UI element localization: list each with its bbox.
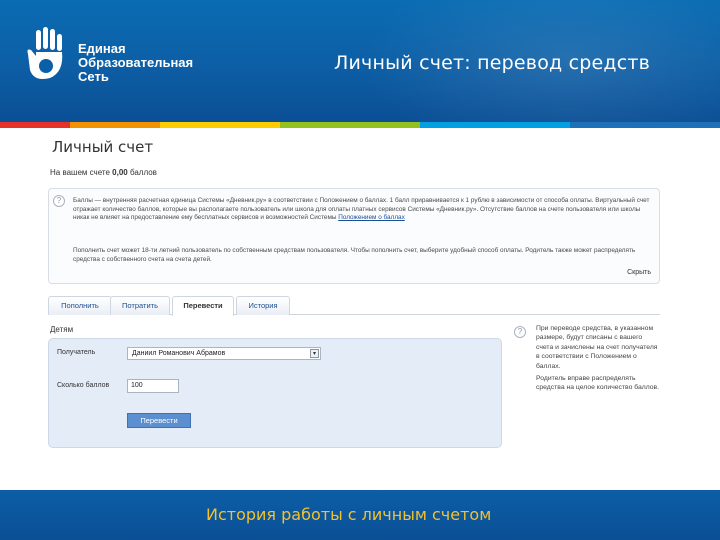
tab-history[interactable]: История bbox=[236, 296, 290, 315]
hide-link[interactable]: Скрыть bbox=[627, 269, 651, 276]
question-icon: ? bbox=[53, 195, 65, 207]
recipient-value: Даниил Романович Абрамов bbox=[132, 350, 226, 357]
section-label: Детям bbox=[50, 325, 74, 334]
chevron-down-icon[interactable]: ▾ bbox=[310, 349, 319, 358]
balls-rules-link[interactable]: Положением о баллах bbox=[338, 214, 405, 221]
tab-spend[interactable]: Потратить bbox=[110, 296, 170, 315]
tab-topup[interactable]: Пополнить bbox=[48, 296, 112, 315]
logo-text: Единая Образовательная Сеть bbox=[78, 42, 193, 84]
tab-bar: Пополнить Потратить Перевести История bbox=[48, 296, 660, 316]
balance-line: На вашем счете 0,00 баллов bbox=[50, 168, 157, 177]
amount-label: Сколько баллов bbox=[57, 382, 110, 389]
logo-line-3: Сеть bbox=[78, 69, 109, 84]
balance-prefix: На вашем счете bbox=[50, 168, 113, 177]
logo-line-2: Образовательная bbox=[78, 55, 194, 70]
balance-value: 0,00 bbox=[112, 168, 128, 177]
question-icon: ? bbox=[514, 326, 526, 338]
side-help-p1: При переводе средства, в указанном разме… bbox=[536, 325, 658, 370]
transfer-form: Получатель Даниил Романович Абрамов ▾ Ск… bbox=[48, 338, 502, 448]
page-title: Личный счет bbox=[52, 138, 154, 156]
slide-title: Личный счет: перевод средств bbox=[334, 52, 651, 74]
tab-transfer[interactable]: Перевести bbox=[172, 296, 234, 316]
footer: История работы с личным счетом bbox=[0, 490, 720, 540]
transfer-button[interactable]: Перевести bbox=[127, 413, 191, 428]
logo-hand-icon bbox=[27, 27, 63, 79]
recipient-label: Получатель bbox=[57, 349, 96, 356]
logo-line-1: Единая bbox=[78, 41, 126, 56]
footer-caption: История работы с личным счетом bbox=[206, 505, 492, 524]
balance-suffix: баллов bbox=[127, 168, 157, 177]
amount-input[interactable]: 100 bbox=[127, 379, 179, 393]
info-panel: ? Баллы — внутренняя расчетная единица С… bbox=[48, 188, 660, 284]
side-help-p2: Родитель вправе распределять средства на… bbox=[536, 375, 660, 392]
header: Единая Образовательная Сеть Личный счет:… bbox=[0, 0, 720, 122]
account-screenshot: Личный счет На вашем счете 0,00 баллов ?… bbox=[36, 128, 664, 490]
recipient-select[interactable]: Даниил Романович Абрамов ▾ bbox=[127, 347, 321, 360]
info-paragraph-1: Баллы — внутренняя расчетная единица Сис… bbox=[73, 197, 653, 223]
info-paragraph-2: Пополнить счет может 18-ти летний пользо… bbox=[73, 247, 636, 263]
side-help-text: При переводе средства, в указанном разме… bbox=[536, 324, 660, 396]
